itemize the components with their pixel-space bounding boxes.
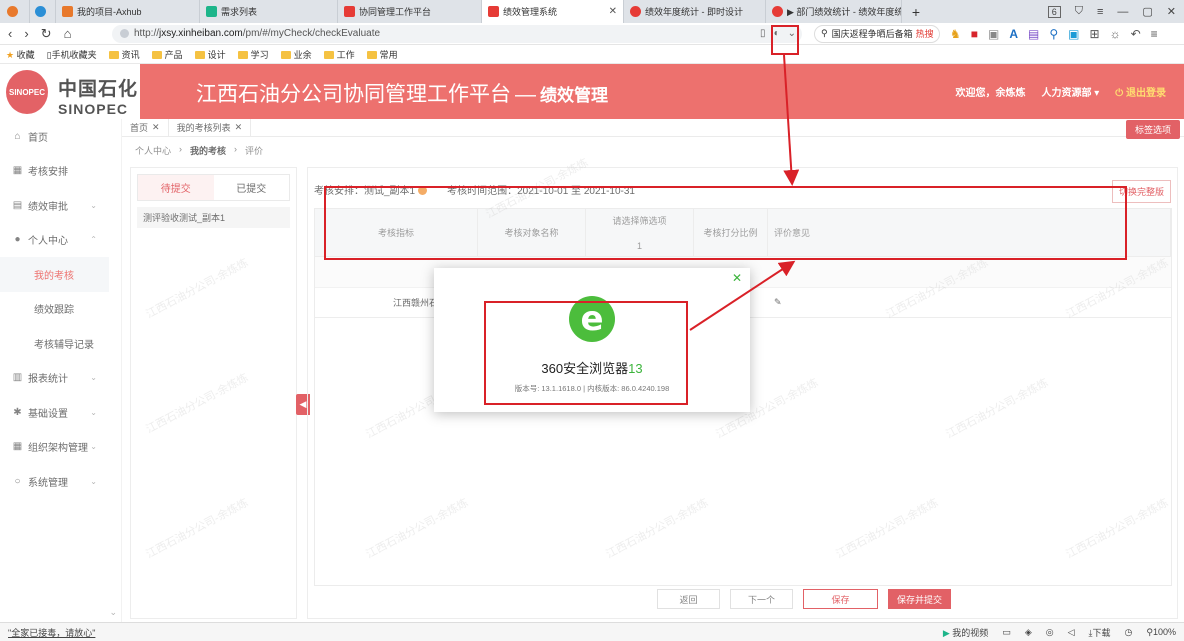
annotation-box-compat [771, 25, 799, 55]
my-video-link[interactable]: ▶ 我的视频 [943, 626, 988, 639]
home-nav-icon[interactable]: ⌂ [64, 26, 72, 42]
bookmark-folder[interactable]: 学习 [237, 48, 269, 61]
toolbar-icons: ♞ ■ ▣ A ▤ ⚲ ▣ ⊞ ☼ ↶ ≡ [950, 27, 1158, 41]
folder-icon [323, 50, 334, 59]
reload-icon[interactable]: ↻ [41, 26, 52, 42]
bookmark-folder[interactable]: 常用 [366, 48, 398, 61]
bookmarks-bar: ★ 收藏 ▯手机收藏夹 资讯 产品 设计 学习 业余 工作 常用 [0, 45, 1184, 64]
bookmark-mobile[interactable]: ▯手机收藏夹 [47, 48, 97, 61]
minimize-icon[interactable]: — [1117, 6, 1128, 18]
bookmark-folder[interactable]: 设计 [194, 48, 226, 61]
tab-favicon-icon [630, 6, 641, 17]
status-link[interactable]: "全家已接毒，请放心" [0, 626, 95, 639]
extension-icon[interactable]: ♞ [950, 27, 961, 41]
folder-icon [280, 50, 291, 59]
zoom-level[interactable]: ⚲100% [1146, 627, 1176, 638]
back-icon[interactable]: ‹ [8, 26, 12, 42]
browser-tab[interactable]: 协同管理工作平台 [338, 0, 482, 23]
font-icon[interactable]: A [1009, 27, 1018, 41]
shield-icon[interactable]: ◈ [1025, 627, 1032, 638]
tab-favicon-icon [206, 6, 217, 17]
bookmark-folder[interactable]: 工作 [323, 48, 355, 61]
folder-icon [237, 50, 248, 59]
browser-tab[interactable]: 需求列表 [200, 0, 338, 23]
browser-tab-bar: 我的项目-Axhub 需求列表 协同管理工作平台 绩效管理系统 ✕ 绩效年度统计 … [0, 0, 1184, 23]
folder-icon [108, 50, 119, 59]
address-bar: ‹ › ↻ ⌂ http://jxsy.xinheiban.com/pm/#/m… [0, 23, 1184, 45]
folder-icon [151, 50, 162, 59]
close-icon[interactable]: ✕ [732, 271, 742, 285]
extension-icon[interactable]: ▣ [988, 27, 999, 41]
tab-favicon-icon [62, 6, 73, 17]
close-window-icon[interactable]: ✕ [1167, 5, 1176, 18]
apps-icon[interactable]: ⊞ [1090, 27, 1100, 41]
settings-menu-icon[interactable]: ≡ [1151, 27, 1158, 41]
zoom-icon: ⚲ [1146, 626, 1153, 637]
find-icon[interactable]: ⚲ [1049, 27, 1058, 41]
annotation-box-header [324, 186, 1127, 260]
bookmark-folder[interactable]: 产品 [151, 48, 183, 61]
bookmark-folder[interactable]: 业余 [280, 48, 312, 61]
extension-icon[interactable]: ▤ [1028, 27, 1039, 41]
browser-tab[interactable]: 我的项目-Axhub [56, 0, 200, 23]
window-controls: 6 ⛉ ≡ — ▢ ✕ [1047, 0, 1184, 23]
tab-count-badge[interactable]: 6 [1047, 5, 1061, 18]
sound-icon[interactable]: ◁ [1068, 627, 1075, 638]
tab-favicon-icon [344, 6, 355, 17]
download-link[interactable]: ⤓下载 [1089, 626, 1111, 639]
browser-logo-icon[interactable] [0, 0, 30, 23]
telegram-icon[interactable] [30, 0, 56, 23]
folder-icon [366, 50, 377, 59]
browser-tab[interactable]: ▶ 部门绩效统计 - 绩效年度统计 [766, 0, 902, 23]
browser-tab-active[interactable]: 绩效管理系统 ✕ [482, 0, 624, 23]
network-icon[interactable]: ◎ [1046, 627, 1054, 638]
annotation-box-dialog [484, 301, 688, 405]
keyboard-icon[interactable]: ▭ [1002, 627, 1011, 638]
close-tab-icon[interactable]: ✕ [603, 6, 617, 17]
url-input[interactable]: http://jxsy.xinheiban.com/pm/#/myCheck/c… [112, 24, 802, 43]
brightness-icon[interactable]: ☼ [1110, 27, 1121, 41]
maximize-icon[interactable]: ▢ [1142, 5, 1152, 18]
status-right: ▶ 我的视频 ▭ ◈ ◎ ◁ ⤓下载 ◷ ⚲100% [943, 626, 1184, 639]
shirt-icon[interactable]: ⛉ [1075, 5, 1083, 18]
nav-controls: ‹ › ↻ ⌂ [0, 26, 112, 42]
site-info-icon[interactable] [120, 29, 129, 38]
history-icon[interactable]: ◷ [1125, 627, 1133, 638]
reader-icon[interactable]: ▯ [760, 28, 766, 39]
folder-icon [194, 50, 205, 59]
search-icon: ⚲ [821, 28, 828, 38]
bookmark-favorites[interactable]: ★ 收藏 [6, 48, 35, 61]
browser-tab[interactable]: 绩效年度统计 - 即时设计 [624, 0, 766, 23]
screenshot-icon[interactable]: ▣ [1068, 27, 1079, 41]
video-icon: ▶ [942, 627, 950, 638]
menu-icon[interactable]: ≡ [1097, 6, 1103, 18]
star-icon: ★ [6, 49, 15, 60]
tab-favicon-icon [488, 6, 499, 17]
extension-icon[interactable]: ■ [971, 27, 978, 41]
bookmark-folder[interactable]: 资讯 [108, 48, 140, 61]
status-bar: "全家已接毒，请放心" ▶ 我的视频 ▭ ◈ ◎ ◁ ⤓下载 ◷ ⚲100% [0, 622, 1184, 641]
forward-icon[interactable]: › [24, 26, 28, 42]
tab-favicon-icon [772, 6, 783, 17]
undo-icon[interactable]: ↶ [1131, 27, 1141, 41]
search-input[interactable]: ⚲ 国庆返程争晒后备箱 热搜 [814, 24, 940, 43]
new-tab-button[interactable]: + [902, 0, 930, 23]
